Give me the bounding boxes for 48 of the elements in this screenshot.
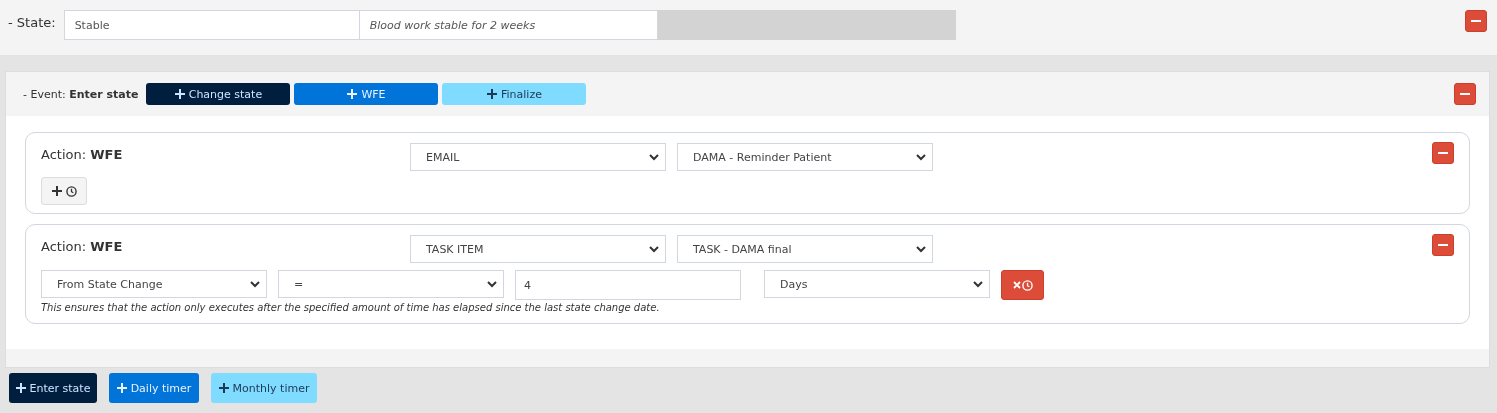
- chevron-icon: [250, 280, 260, 288]
- remove-button[interactable]: [1465, 10, 1487, 32]
- close-icon: [1012, 281, 1021, 289]
- dropdown[interactable]: TASK ITEM: [410, 235, 666, 263]
- plus-icon: [486, 89, 497, 99]
- remove-timer-button[interactable]: [1001, 270, 1044, 300]
- clock-icon: [1021, 279, 1033, 291]
- remove-button[interactable]: [1432, 234, 1454, 256]
- add-button[interactable]: Finalize: [442, 83, 587, 105]
- add-button[interactable]: Daily timer: [109, 373, 199, 403]
- plus-icon: [15, 383, 26, 393]
- dropdown[interactable]: From State Change: [41, 270, 267, 298]
- dropdown[interactable]: Days: [764, 270, 990, 298]
- add-timer-button[interactable]: [41, 177, 87, 205]
- clock-icon: [65, 185, 77, 197]
- add-button[interactable]: Monthly timer: [211, 373, 317, 403]
- chevron-icon: [916, 153, 926, 161]
- chevron-icon: [973, 280, 983, 288]
- amount-field[interactable]: 4: [515, 270, 741, 300]
- add-button[interactable]: Enter state: [9, 373, 97, 403]
- plus-icon: [218, 383, 229, 393]
- add-button[interactable]: Change state: [146, 83, 291, 105]
- plus-icon: [116, 383, 127, 393]
- state-label: - State:: [8, 15, 56, 30]
- plus-icon: [174, 89, 185, 99]
- chevron-icon: [487, 280, 497, 288]
- remove-button[interactable]: [1432, 142, 1454, 164]
- remove-button[interactable]: [1454, 83, 1476, 105]
- state-description-field[interactable]: Blood work stable for 2 weeks: [359, 10, 658, 40]
- minus-icon: [1460, 93, 1470, 95]
- dropdown[interactable]: DAMA - Reminder Patient: [677, 143, 933, 171]
- plus-icon: [347, 89, 358, 99]
- action-title: Action: WFE: [41, 147, 124, 162]
- action-title: Action: WFE: [41, 239, 124, 254]
- minus-icon: [1438, 244, 1448, 246]
- chevron-icon: [916, 245, 926, 253]
- plus-icon: [51, 186, 62, 196]
- state-name-field[interactable]: Stable: [63, 10, 360, 40]
- dropdown[interactable]: EMAIL: [410, 143, 666, 171]
- dropdown[interactable]: =: [278, 270, 504, 298]
- event-title: - Event: Enter state: [23, 87, 139, 101]
- add-button[interactable]: WFE: [294, 83, 439, 105]
- minus-icon: [1471, 20, 1481, 22]
- dropdown[interactable]: TASK - DAMA final: [677, 235, 933, 263]
- timer-note: This ensures that the action only executes after the specified amount of time has elapsed since the last state change date.: [41, 302, 661, 313]
- chevron-icon: [649, 245, 659, 253]
- minus-icon: [1438, 152, 1448, 154]
- chevron-icon: [649, 153, 659, 161]
